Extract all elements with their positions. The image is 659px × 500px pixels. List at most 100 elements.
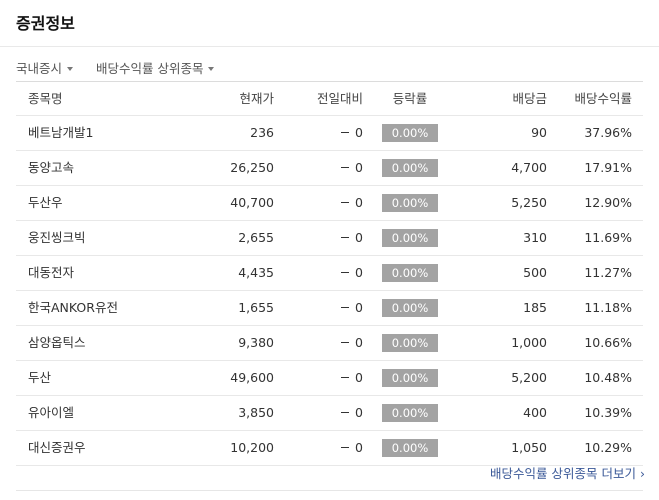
stock-name[interactable]: 대신증권우 [28, 431, 86, 464]
rate-badge: 0.00% [382, 299, 438, 317]
stock-name[interactable]: 두산 [28, 361, 51, 394]
caret-down-icon [67, 66, 74, 71]
header-yield: 배당수익률 [574, 91, 632, 106]
change-value: 0 [341, 221, 363, 254]
change-value: 0 [341, 256, 363, 289]
table-row[interactable]: 삼양옵틱스 9,380 0 0.00% 1,000 10.66% [16, 326, 643, 361]
dividend-value: 1,000 [511, 335, 547, 350]
stock-name[interactable]: 한국ANKOR유전 [28, 291, 118, 324]
current-price: 2,655 [238, 230, 274, 245]
dash-icon [341, 132, 350, 133]
change-amount: 0 [355, 370, 363, 385]
current-price: 9,380 [238, 335, 274, 350]
header-change: 전일대비 [316, 91, 363, 106]
rate-badge: 0.00% [382, 229, 438, 247]
change-amount: 0 [355, 335, 363, 350]
change-value: 0 [341, 361, 363, 394]
yield-value: 12.90% [584, 195, 632, 210]
current-price: 236 [250, 125, 274, 140]
change-value: 0 [341, 326, 363, 359]
change-amount: 0 [355, 230, 363, 245]
ranking-filter-dropdown[interactable]: 배당수익률 상위종목 [96, 58, 215, 77]
dividend-value: 310 [523, 230, 547, 245]
more-link[interactable]: 배당수익률 상위종목 더보기 › [490, 463, 645, 482]
dividend-value: 5,250 [511, 195, 547, 210]
current-price: 26,250 [230, 160, 274, 175]
dash-icon [341, 272, 350, 273]
table-row[interactable]: 한국ANKOR유전 1,655 0 0.00% 185 11.18% [16, 291, 643, 326]
dividend-value: 4,700 [511, 160, 547, 175]
change-amount: 0 [355, 300, 363, 315]
change-value: 0 [341, 116, 363, 149]
stock-name[interactable]: 두산우 [28, 186, 63, 219]
yield-value: 11.18% [584, 300, 632, 315]
stock-table: 종목명 현재가 전일대비 등락률 배당금 배당수익률 베트남개발1 236 0 0.0… [16, 81, 643, 466]
change-value: 0 [341, 151, 363, 184]
table-row[interactable]: 두산우 40,700 0 0.00% 5,250 12.90% [16, 186, 643, 221]
stock-name[interactable]: 동양고속 [28, 151, 74, 184]
dash-icon [341, 377, 350, 378]
ranking-filter-label: 배당수익률 상위종목 [96, 61, 204, 76]
dash-icon [341, 237, 350, 238]
dash-icon [341, 342, 350, 343]
page-title: 증권정보 [16, 14, 75, 33]
rate-badge: 0.00% [382, 159, 438, 177]
rate-badge: 0.00% [382, 264, 438, 282]
table-row[interactable]: 동양고속 26,250 0 0.00% 4,700 17.91% [16, 151, 643, 186]
change-amount: 0 [355, 405, 363, 420]
stock-name[interactable]: 베트남개발1 [28, 116, 93, 149]
chevron-right-icon: › [640, 466, 645, 481]
current-price: 1,655 [238, 300, 274, 315]
change-value: 0 [341, 291, 363, 324]
dash-icon [341, 307, 350, 308]
dash-icon [341, 167, 350, 168]
change-amount: 0 [355, 125, 363, 140]
current-price: 4,435 [238, 265, 274, 280]
change-amount: 0 [355, 265, 363, 280]
rate-badge: 0.00% [382, 369, 438, 387]
dash-icon [341, 202, 350, 203]
yield-value: 10.48% [584, 370, 632, 385]
current-price: 40,700 [230, 195, 274, 210]
current-price: 3,850 [238, 405, 274, 420]
table-header: 종목명 현재가 전일대비 등락률 배당금 배당수익률 [16, 82, 643, 116]
market-filter-label: 국내증시 [16, 61, 63, 76]
yield-value: 10.39% [584, 405, 632, 420]
header-name: 종목명 [28, 91, 63, 106]
stock-name[interactable]: 삼양옵틱스 [28, 326, 86, 359]
dividend-value: 5,200 [511, 370, 547, 385]
dividend-value: 90 [531, 125, 547, 140]
change-amount: 0 [355, 440, 363, 455]
more-link-label: 배당수익률 상위종목 더보기 [490, 466, 636, 481]
change-value: 0 [341, 186, 363, 219]
yield-value: 10.66% [584, 335, 632, 350]
table-row[interactable]: 두산 49,600 0 0.00% 5,200 10.48% [16, 361, 643, 396]
rate-badge: 0.00% [382, 334, 438, 352]
yield-value: 11.27% [584, 265, 632, 280]
change-value: 0 [341, 396, 363, 429]
yield-value: 37.96% [584, 125, 632, 140]
stock-name[interactable]: 웅진씽크빅 [28, 221, 86, 254]
dash-icon [341, 412, 350, 413]
rate-badge: 0.00% [382, 194, 438, 212]
yield-value: 17.91% [584, 160, 632, 175]
dividend-value: 500 [523, 265, 547, 280]
stock-name[interactable]: 유아이엘 [28, 396, 74, 429]
table-row[interactable]: 웅진씽크빅 2,655 0 0.00% 310 11.69% [16, 221, 643, 256]
stock-name[interactable]: 대동전자 [28, 256, 74, 289]
current-price: 10,200 [230, 440, 274, 455]
header-price: 현재가 [239, 91, 274, 106]
change-amount: 0 [355, 195, 363, 210]
table-row[interactable]: 유아이엘 3,850 0 0.00% 400 10.39% [16, 396, 643, 431]
table-row[interactable]: 대동전자 4,435 0 0.00% 500 11.27% [16, 256, 643, 291]
bottom-divider [16, 490, 643, 491]
market-filter-dropdown[interactable]: 국내증시 [16, 58, 74, 77]
rate-badge: 0.00% [382, 404, 438, 422]
table-row[interactable]: 베트남개발1 236 0 0.00% 90 37.96% [16, 116, 643, 151]
yield-value: 10.29% [584, 440, 632, 455]
yield-value: 11.69% [584, 230, 632, 245]
rate-badge: 0.00% [382, 439, 438, 457]
table-row[interactable]: 대신증권우 10,200 0 0.00% 1,050 10.29% [16, 431, 643, 466]
change-value: 0 [341, 431, 363, 464]
dash-icon [341, 447, 350, 448]
